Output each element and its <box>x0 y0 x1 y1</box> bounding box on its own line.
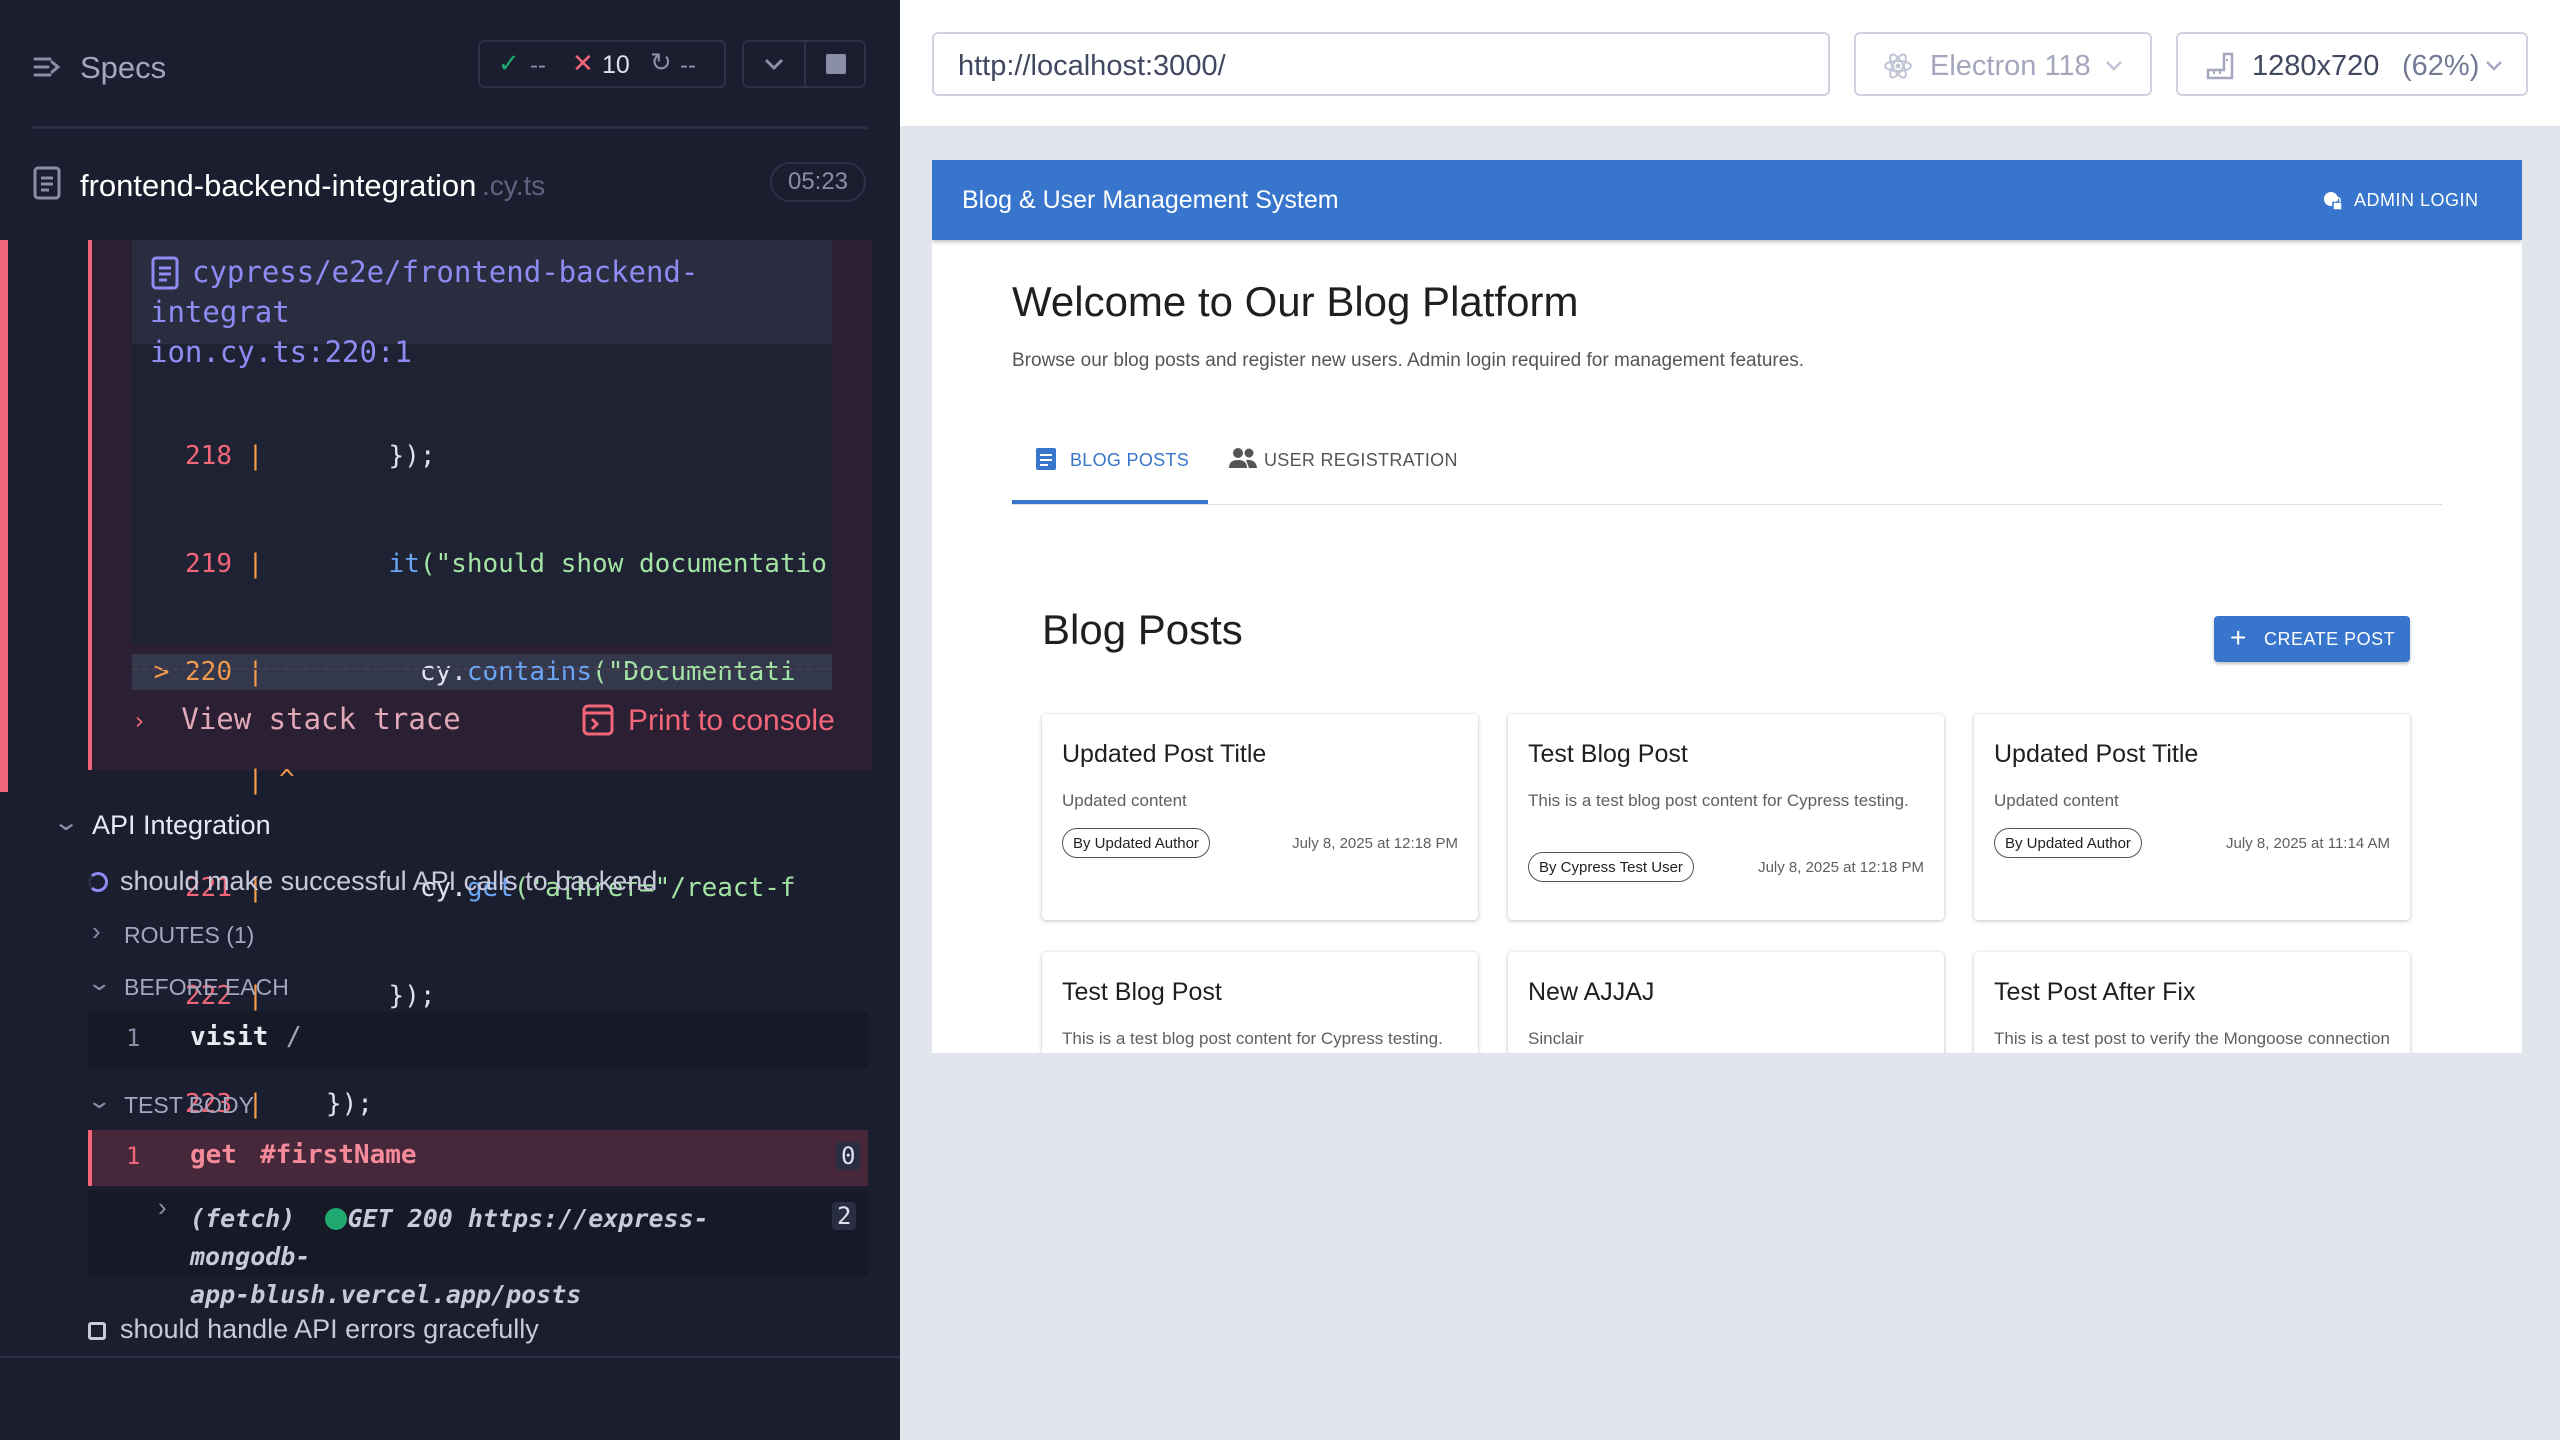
plus-icon: + <box>2230 622 2247 653</box>
code-line: 218 | }); <box>185 441 436 471</box>
command-row-failed[interactable]: 1 get #firstName 0 <box>88 1130 868 1186</box>
spec-name[interactable]: frontend-backend-integration <box>80 168 476 204</box>
author-chip: By Cypress Test User <box>1528 852 1694 882</box>
command-row[interactable]: 1 visit / <box>88 1012 868 1068</box>
chevron-down-icon <box>2106 61 2122 71</box>
spec-duration: 05:23 <box>770 162 866 202</box>
passed-count: -- <box>530 52 546 79</box>
running-indicator-icon <box>88 872 108 892</box>
test-title[interactable]: should make successful API calls to back… <box>120 866 657 897</box>
people-icon <box>1229 448 1257 468</box>
code-line: | ^ <box>247 765 295 795</box>
code-line-highlighted: > 220 | cy.contains("Documentati <box>132 654 832 690</box>
aut-iframe: Blog & User Management System ADMIN LOGI… <box>932 160 2522 1053</box>
error-file-link[interactable]: cypress/e2e/frontend-backend-integrat io… <box>150 252 830 372</box>
code-line: 219 | it("should show documentatio <box>185 549 827 579</box>
author-chip: By Updated Author <box>1062 828 1210 858</box>
element-count-badge: 0 <box>836 1142 861 1170</box>
ruler-icon <box>2206 52 2234 80</box>
stop-icon[interactable] <box>826 54 846 74</box>
url-field[interactable]: http://localhost:3000/ <box>932 32 1830 96</box>
status-dot-icon <box>325 1208 348 1230</box>
suite-title[interactable]: API Integration <box>92 810 271 841</box>
failed-count: 10 <box>602 51 630 79</box>
post-card[interactable]: Test Blog Post This is a test blog post … <box>1508 714 1944 920</box>
post-card[interactable]: Updated Post Title Updated content By Up… <box>1974 714 2410 920</box>
menu-icon <box>33 57 61 77</box>
section-title: Blog Posts <box>1042 606 1243 653</box>
spinner-icon: ↻ <box>650 47 672 77</box>
console-icon <box>582 704 614 736</box>
fetch-command-row[interactable]: › (fetch) GET 200 https://express-mongod… <box>88 1190 868 1309</box>
create-post-button[interactable]: + CREATE POST <box>2214 616 2410 662</box>
chevron-right-icon: › <box>132 707 147 735</box>
viewport-selector[interactable]: 1280x720 (62%) <box>2176 32 2528 96</box>
fetch-count-badge: 2 <box>832 1202 857 1230</box>
post-card[interactable]: Updated Post Title Updated content By Up… <box>1042 714 1478 920</box>
reporter-panel: Specs ✓ -- ✕ 10 ↻ -- frontend-backend-in… <box>0 0 900 1440</box>
test-body-label[interactable]: TEST BODY <box>124 1092 254 1119</box>
test-stats: ✓ -- ✕ 10 ↻ -- <box>478 40 726 88</box>
post-date: July 8, 2025 at 11:14 AM <box>2226 835 2390 852</box>
specs-label: Specs <box>80 50 167 85</box>
post-date: July 8, 2025 at 12:18 PM <box>1758 859 1924 876</box>
pending-count: -- <box>680 52 696 79</box>
chevron-down-icon[interactable]: ⌄ <box>86 970 112 996</box>
post-card[interactable]: Test Blog Post This is a test blog post … <box>1042 952 1478 1053</box>
check-icon: ✓ <box>498 48 520 78</box>
chevron-down-icon[interactable]: ⌄ <box>52 808 80 837</box>
code-lines: 218 | }); 219 | it("should show document… <box>132 366 832 1194</box>
tab-blog-posts[interactable]: BLOG POSTS <box>1012 430 1208 504</box>
article-icon <box>1036 448 1056 470</box>
chevron-down-icon <box>2486 61 2502 71</box>
admin-lock-icon <box>2324 192 2343 211</box>
chevron-right-icon: › <box>158 1192 167 1222</box>
browser-selector[interactable]: Electron 118 <box>1854 32 2152 96</box>
page-subtitle: Browse our blog posts and register new u… <box>1012 350 1805 371</box>
checkbox-icon <box>88 1322 106 1340</box>
app-bar: Blog & User Management System ADMIN LOGI… <box>932 160 2522 240</box>
electron-icon <box>1884 53 1912 79</box>
app-title: Blog & User Management System <box>962 186 1339 214</box>
post-date: July 8, 2025 at 12:18 PM <box>1292 835 1458 852</box>
post-card[interactable]: Test Post After Fix This is a test post … <box>1974 952 2410 1053</box>
x-icon: ✕ <box>572 48 594 78</box>
post-card[interactable]: New AJJAJ Sinclair <box>1508 952 1944 1053</box>
document-icon <box>33 166 61 200</box>
error-panel: cypress/e2e/frontend-backend-integrat io… <box>88 240 872 1119</box>
author-chip: By Updated Author <box>1994 828 2142 858</box>
chevron-down-icon[interactable]: ⌄ <box>86 1088 112 1114</box>
page-title: Welcome to Our Blog Platform <box>1012 278 1579 325</box>
code-frame: cypress/e2e/frontend-backend-integrat io… <box>132 240 832 1119</box>
view-stack-trace-button[interactable]: › View stack trace <box>132 702 461 736</box>
chevron-right-icon[interactable]: › <box>92 916 101 947</box>
before-each-label[interactable]: BEFORE EACH <box>124 974 289 1001</box>
routes-toggle[interactable]: ROUTES (1) <box>124 922 254 949</box>
expand-collapse-button[interactable] <box>742 40 866 88</box>
aut-header: http://localhost:3000/ Electron 118 1280… <box>900 0 2560 128</box>
test-title[interactable]: should handle API errors gracefully <box>120 1314 539 1345</box>
tab-user-registration[interactable]: USER REGISTRATION <box>1226 430 1486 504</box>
specs-toggle-button[interactable]: Specs <box>32 48 212 88</box>
spec-extension: .cy.ts <box>482 170 546 201</box>
chevron-down-icon <box>764 58 784 71</box>
